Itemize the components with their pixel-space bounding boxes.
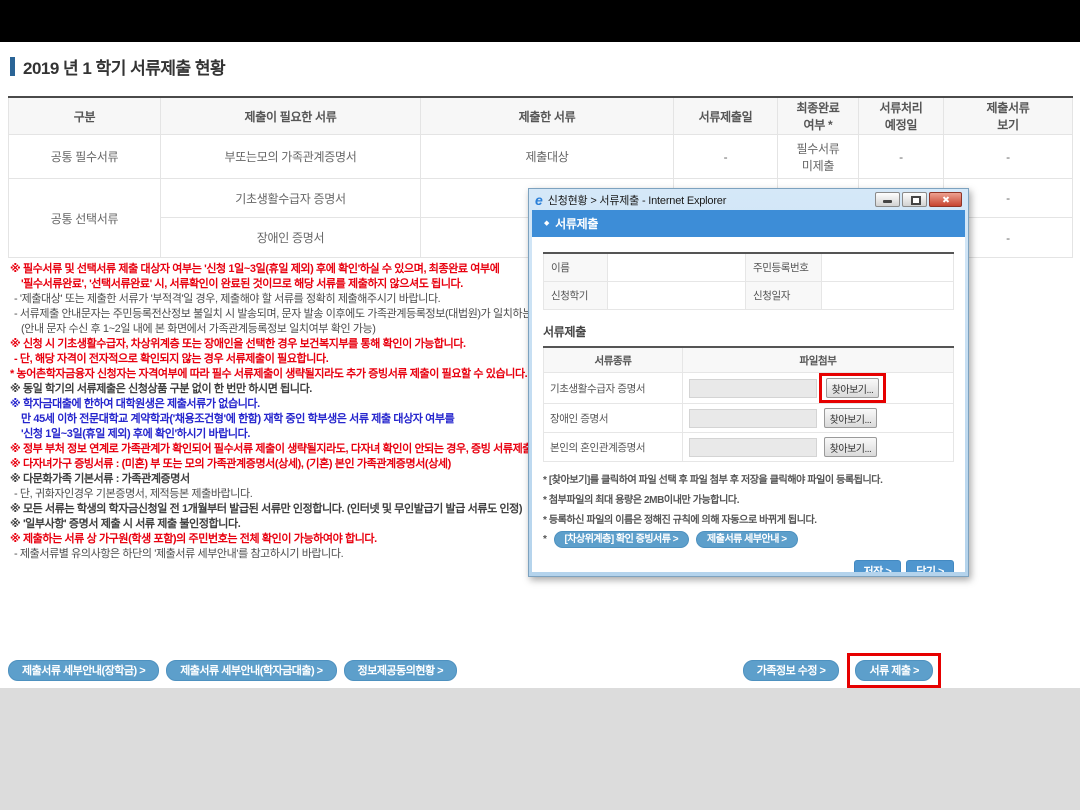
col-header-category: 구분 xyxy=(9,97,161,135)
popup-action-buttons: 저장 > 닫기 > xyxy=(543,560,954,572)
attach-doc-name: 장애인 증명서 xyxy=(544,404,683,433)
popup-close-button[interactable]: 닫기 > xyxy=(906,560,954,572)
attach-doc-name: 기초생활수급자 증명서 xyxy=(544,373,683,404)
col-header-due-date: 서류처리 예정일 xyxy=(859,97,944,135)
close-button[interactable] xyxy=(929,192,962,207)
detail-guide-scholarship-button[interactable]: 제출서류 세부안내(장학금) > xyxy=(8,660,159,681)
apply-date-value xyxy=(822,282,954,310)
popup-note-buttons: * [차상위계층] 확인 증빙서류 > 제출서류 세부안내 > xyxy=(543,531,954,548)
name-value xyxy=(608,253,746,282)
popup-content: 이름 주민등록번호 신청학기 신청일자 서류제출 xyxy=(532,237,965,572)
attach-section-title: 서류제출 xyxy=(543,323,954,340)
popup-note-line: * [찾아보기]를 클릭하여 파일 선택 후 파일 첨부 후 저장을 클릭해야 … xyxy=(543,471,954,486)
name-label: 이름 xyxy=(544,253,608,282)
semester-label: 신청학기 xyxy=(544,282,608,310)
file-path-input[interactable] xyxy=(689,438,817,457)
cell-required-doc: 기초생활수급자 증명서 xyxy=(161,179,421,218)
popup-body: ◆ 서류제출 이름 주민등록번호 신청학기 신청일자 xyxy=(532,210,965,572)
family-info-edit-button[interactable]: 가족정보 수정 > xyxy=(743,660,840,681)
file-path-input[interactable] xyxy=(689,409,817,428)
cell-view: - xyxy=(944,135,1073,179)
top-black-bar xyxy=(0,0,1080,42)
cell-required-doc: 장애인 증명서 xyxy=(161,218,421,258)
cell-required-doc: 부또는모의 가족관계증명서 xyxy=(161,135,421,179)
rrn-label: 주민등록번호 xyxy=(746,253,822,282)
popup-note-line: * 등록하신 파일의 이름은 정해진 규칙에 의해 자동으로 바뀌게 됩니다. xyxy=(543,511,954,526)
cell-submitted-doc: 제출대상 xyxy=(421,135,674,179)
attach-col-file: 파일첨부 xyxy=(683,347,954,373)
col-header-final-status: 최종완료 여부 * xyxy=(778,97,859,135)
highlight-box-submit: 서류 제출 > xyxy=(847,653,941,688)
popup-titlebar[interactable]: e 신청현황 > 서류제출 - Internet Explorer xyxy=(532,189,965,210)
cell-final-status: 필수서류 미제출 xyxy=(778,135,859,179)
browse-button[interactable]: 찾아보기... xyxy=(824,437,877,457)
diamond-bullet-icon: ◆ xyxy=(544,220,549,227)
minimize-icon xyxy=(883,200,892,203)
save-button[interactable]: 저장 > xyxy=(854,560,902,572)
popup-header-title: 서류제출 xyxy=(555,215,598,232)
col-header-required-doc: 제출이 필요한 서류 xyxy=(161,97,421,135)
low-income-proof-docs-button[interactable]: [차상위계층] 확인 증빙서류 > xyxy=(554,531,690,548)
attach-doc-name: 본인의 혼인관계증명서 xyxy=(544,433,683,462)
popup-notes: * [찾아보기]를 클릭하여 파일 선택 후 파일 첨부 후 저장을 클릭해야 … xyxy=(543,471,954,548)
attach-row: 기초생활수급자 증명서 찾아보기... xyxy=(544,373,954,404)
bottom-right-buttons: 가족정보 수정 > 서류 제출 > xyxy=(743,653,941,688)
cell-category: 공통 필수서류 xyxy=(9,135,161,179)
bottom-left-buttons: 제출서류 세부안내(장학금) > 제출서류 세부안내(학자금대출) > 정보제공… xyxy=(8,660,457,681)
attach-row: 장애인 증명서 찾아보기... xyxy=(544,404,954,433)
info-consent-status-button[interactable]: 정보제공동의현황 > xyxy=(344,660,457,681)
detail-guide-loan-button[interactable]: 제출서류 세부안내(학자금대출) > xyxy=(166,660,336,681)
applicant-info-table: 이름 주민등록번호 신청학기 신청일자 xyxy=(543,252,954,310)
attach-row: 본인의 혼인관계증명서 찾아보기... xyxy=(544,433,954,462)
ie-popup-window: e 신청현황 > 서류제출 - Internet Explorer ◆ 서류제출… xyxy=(528,188,969,577)
title-accent-bar xyxy=(10,57,15,76)
attach-col-doc-type: 서류종류 xyxy=(544,347,683,373)
table-header-row: 구분 제출이 필요한 서류 제출한 서류 서류제출일 최종완료 여부 * 서류처… xyxy=(9,97,1073,135)
document-submit-button[interactable]: 서류 제출 > xyxy=(855,660,933,681)
cell-submit-date: - xyxy=(674,135,778,179)
bottom-action-row: 제출서류 세부안내(장학금) > 제출서류 세부안내(학자금대출) > 정보제공… xyxy=(8,652,1072,688)
apply-date-label: 신청일자 xyxy=(746,282,822,310)
cell-due-date: - xyxy=(859,135,944,179)
page: 2019 년 1 학기 서류제출 현황 구분 제출이 필요한 서류 제출한 서류… xyxy=(0,0,1080,810)
file-attach-table: 서류종류 파일첨부 기초생활수급자 증명서 찾아보기... xyxy=(543,346,954,462)
maximize-button[interactable] xyxy=(902,192,927,207)
cell-category: 공통 선택서류 xyxy=(9,179,161,258)
minimize-button[interactable] xyxy=(875,192,900,207)
window-controls xyxy=(875,192,962,207)
maximize-icon xyxy=(911,196,921,205)
col-header-submit-date: 서류제출일 xyxy=(674,97,778,135)
table-row: 공통 필수서류 부또는모의 가족관계증명서 제출대상 - 필수서류 미제출 - … xyxy=(9,135,1073,179)
highlight-box-browse: 찾아보기... xyxy=(819,373,886,403)
popup-window-title: 신청현황 > 서류제출 - Internet Explorer xyxy=(548,192,875,208)
submit-docs-detail-guide-button[interactable]: 제출서류 세부안내 > xyxy=(696,531,798,548)
popup-note-line: * 첨부파일의 최대 용량은 2MB이내만 가능합니다. xyxy=(543,491,954,506)
browse-button[interactable]: 찾아보기... xyxy=(826,378,879,398)
col-header-submitted-doc: 제출한 서류 xyxy=(421,97,674,135)
popup-header-bar: ◆ 서류제출 xyxy=(532,210,965,237)
internet-explorer-icon: e xyxy=(535,193,543,207)
note-asterisk: * xyxy=(543,534,547,545)
semester-value xyxy=(608,282,746,310)
rrn-value xyxy=(822,253,954,282)
file-path-input[interactable] xyxy=(689,379,817,398)
footer-area xyxy=(0,688,1080,810)
page-title-row: 2019 년 1 학기 서류제출 현황 xyxy=(10,54,225,79)
browse-button[interactable]: 찾아보기... xyxy=(824,408,877,428)
page-title: 2019 년 1 학기 서류제출 현황 xyxy=(23,54,225,79)
col-header-view: 제출서류 보기 xyxy=(944,97,1073,135)
close-icon xyxy=(930,193,961,206)
